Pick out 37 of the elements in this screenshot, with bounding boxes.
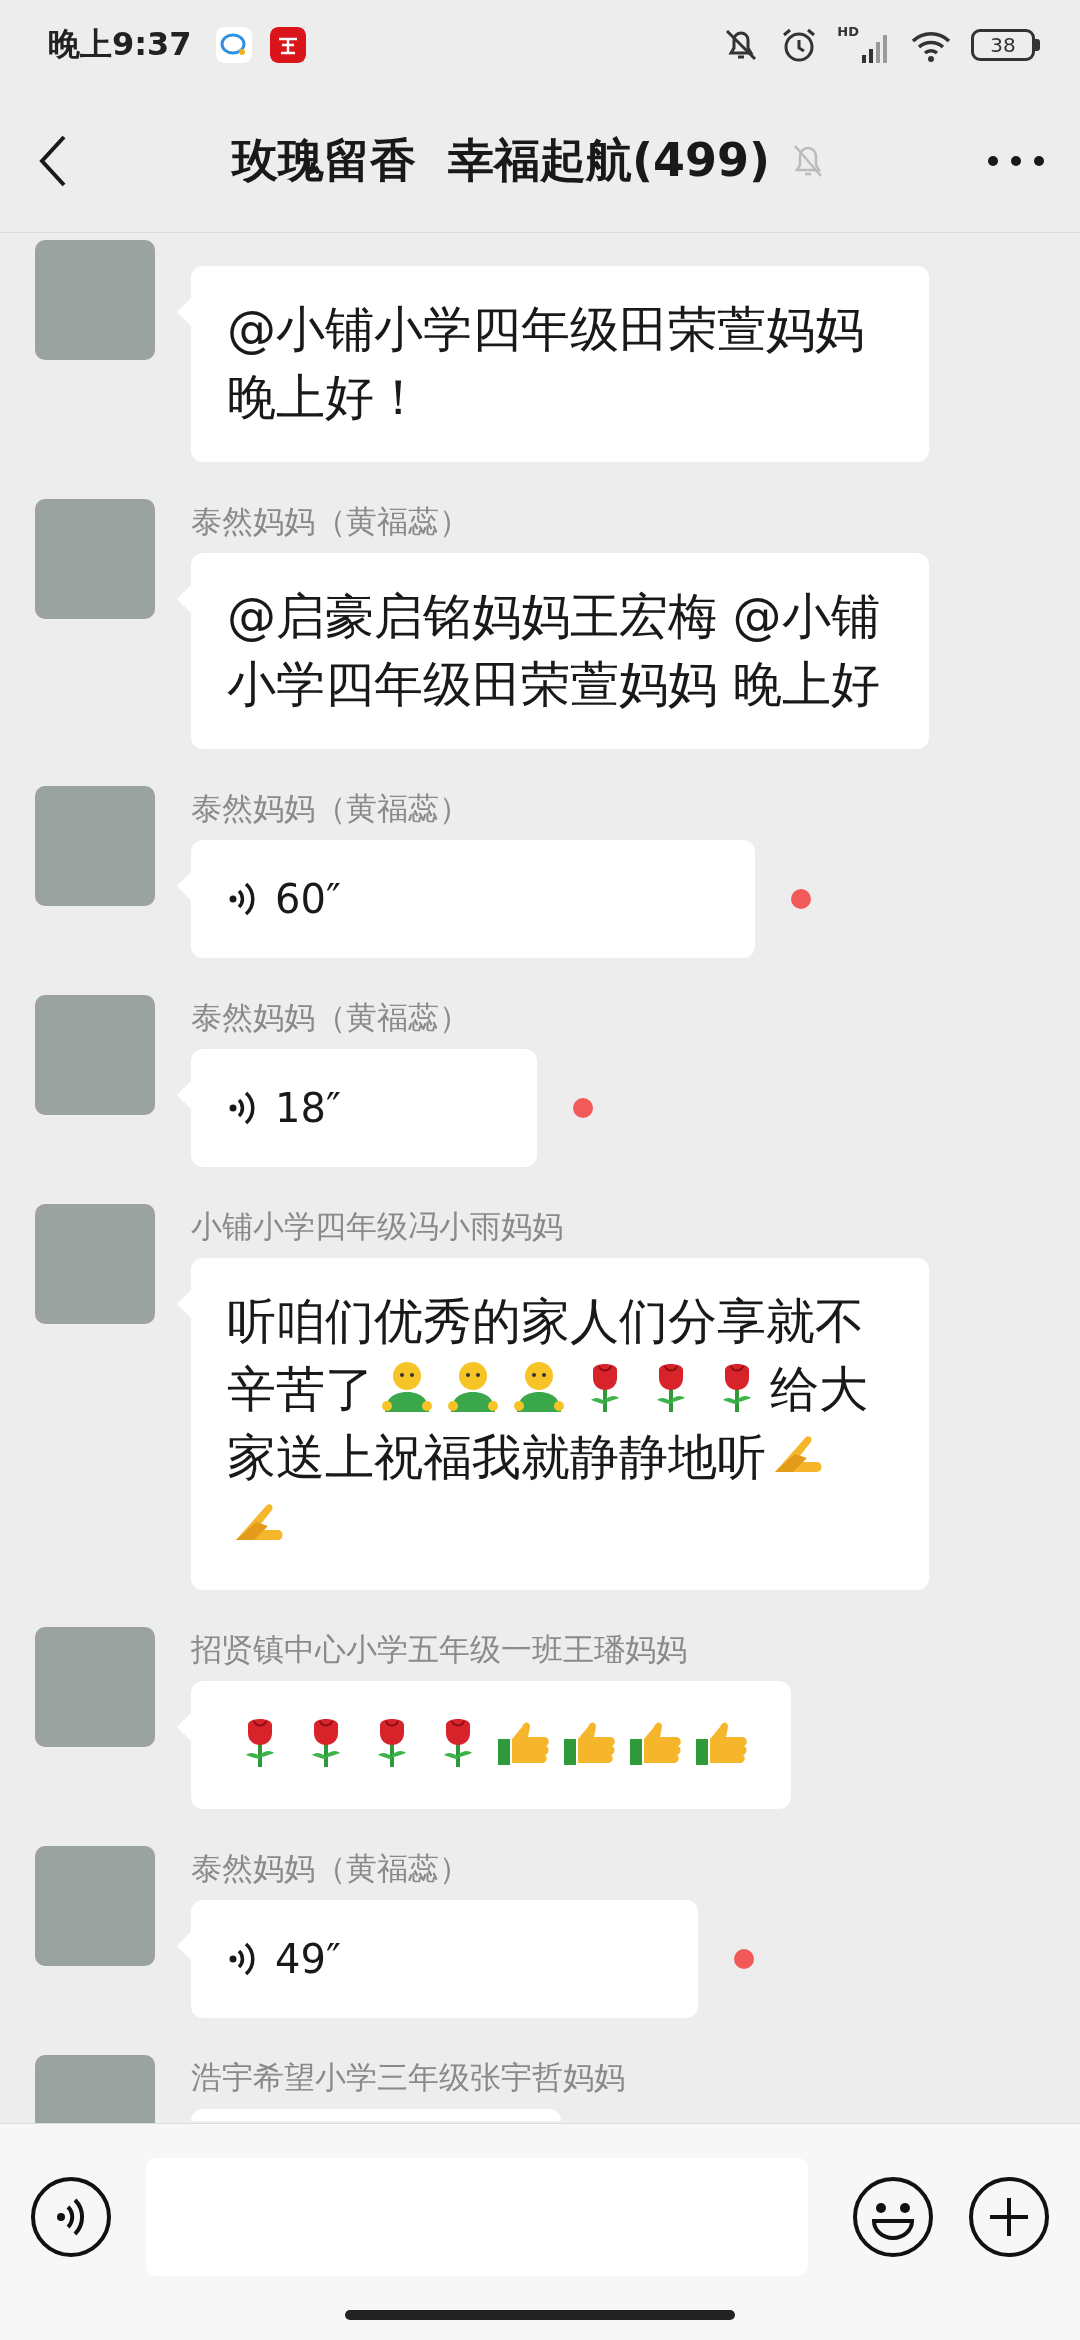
message-text: 听咱们优秀的家人们分享就不 <box>227 1293 864 1350</box>
emoji-button[interactable] <box>852 2176 934 2258</box>
voice-duration: 18″ <box>275 1084 341 1133</box>
status-time: 晚上9:37 <box>48 24 192 65</box>
message-text: @小铺小学四年级田荣萱妈妈 <box>227 301 864 358</box>
sender-name: 泰然妈妈（黄福蕊） <box>191 502 470 541</box>
avatar-photo-placeholder[interactable] <box>35 1204 155 1324</box>
avatar-photo-placeholder[interactable] <box>35 995 155 1115</box>
chat-app-icon <box>215 27 252 63</box>
app-icon <box>269 27 306 63</box>
avatar-photo-placeholder[interactable] <box>35 786 155 906</box>
add-button[interactable] <box>968 2176 1050 2258</box>
message-text: 辛苦了 <box>227 1361 374 1418</box>
sender-name: 小铺小学四年级冯小雨妈妈 <box>191 1207 563 1246</box>
avatar-photo-placeholder[interactable] <box>35 1846 155 1966</box>
battery-cap-icon <box>1035 39 1040 51</box>
voice-input-button[interactable] <box>30 2176 112 2258</box>
sender-name: 浩宇希望小学三年级张宇哲妈妈 <box>191 2058 625 2097</box>
message-text: 小学四年级田荣萱妈妈 晚上好 <box>227 656 880 713</box>
chat-title: 玫瑰留香 幸福起航(499) <box>231 132 771 189</box>
message-text: 家送上祝福我就静静地听 <box>227 1429 766 1486</box>
sender-name: 泰然妈妈（黄福蕊） <box>191 789 470 828</box>
network-label: HD <box>837 25 859 39</box>
message-text: 晚上好！ <box>227 369 423 426</box>
avatar-photo-placeholder[interactable] <box>35 1627 155 1747</box>
avatar-photo-placeholder[interactable] <box>35 499 155 619</box>
home-indicator[interactable] <box>345 2310 735 2320</box>
sender-name: 泰然妈妈（黄福蕊） <box>191 1849 470 1888</box>
voice-duration: 60″ <box>275 875 341 924</box>
sender-name: 泰然妈妈（黄福蕊） <box>191 998 470 1037</box>
voice-duration: 49″ <box>275 1935 341 1984</box>
battery-level: 38 <box>971 29 1035 61</box>
message-text: @启豪启铭妈妈王宏梅 @小铺 <box>227 588 880 645</box>
more-icon[interactable] <box>986 154 1046 168</box>
message-text: 给大 <box>770 1361 868 1418</box>
sender-name: 招贤镇中心小学五年级一班王璠妈妈 <box>191 1630 687 1669</box>
avatar-photo-placeholder[interactable] <box>35 240 155 360</box>
